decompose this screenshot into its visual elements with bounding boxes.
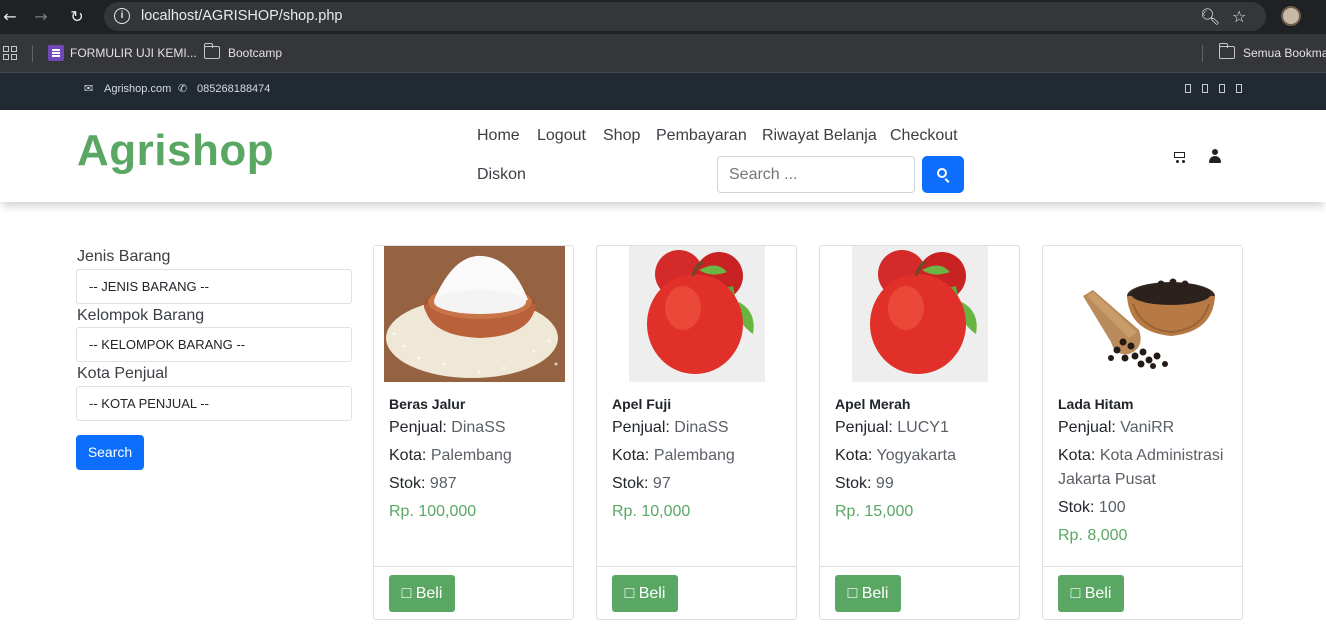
nav-checkout[interactable]: Checkout [890,127,958,145]
product-stock: Stok: 987 [389,475,457,492]
bookmarks-bar: FORMULIR UJI KEMI... Bootcamp Semua Book… [0,34,1326,73]
topbar-email: Agrishop.com [104,83,172,95]
product-card: Lada Hitam Penjual: VaniRR Kota: Kota Ad… [1042,245,1243,620]
social-icon[interactable] [1202,84,1208,93]
nav-logout[interactable]: Logout [537,127,586,145]
cart-icon[interactable] [1172,150,1187,164]
form-icon [48,45,64,61]
nav-home[interactable]: Home [477,127,520,145]
nav-diskon[interactable]: Diskon [477,166,526,184]
search-input[interactable] [717,156,915,193]
site-logo[interactable]: Agrishop [77,126,274,176]
user-icon[interactable] [1209,149,1221,163]
kelompok-barang-label: Kelompok Barang [77,307,205,324]
product-image-apple[interactable] [607,246,788,382]
product-image-black-pepper[interactable] [1053,246,1234,382]
product-stock: Stok: 99 [835,475,894,492]
apps-grid-icon[interactable] [3,46,17,60]
product-city: Kota: Palembang [612,447,735,464]
bookmark-separator [32,45,33,62]
jenis-barang-label: Jenis Barang [77,248,171,265]
product-seller: Penjual: VaniRR [1058,419,1175,436]
product-seller: Penjual: DinaSS [389,419,506,436]
all-bookmarks[interactable]: Semua Bookma [1243,46,1326,60]
buy-button[interactable]: □ Beli [389,575,455,612]
product-seller: Penjual: LUCY1 [835,419,949,436]
address-bar[interactable]: i localhost/AGRISHOP/shop.php 🔍︎ ☆ [104,2,1266,31]
zoom-icon[interactable]: 🔍︎ [1200,7,1220,26]
bookmark-separator [1202,45,1203,62]
product-name[interactable]: Apel Merah [835,396,910,412]
product-city: Kota: Palembang [389,447,512,464]
product-price: Rp. 15,000 [835,503,914,520]
card-divider [820,566,1019,567]
phone-icon: ✆ [178,82,188,95]
product-card: Apel Fuji Penjual: DinaSS Kota: Palemban… [596,245,797,620]
folder-icon [203,43,220,59]
product-price: Rp. 100,000 [389,503,477,520]
envelope-icon: ✉ [84,82,94,95]
buy-button[interactable]: □ Beli [1058,575,1124,612]
product-image-apple[interactable] [830,246,1011,382]
product-seller: Penjual: DinaSS [612,419,729,436]
product-city: Kota: Yogyakarta [835,447,956,464]
card-divider [374,566,573,567]
product-stock: Stok: 97 [612,475,671,492]
product-card: Apel Merah Penjual: LUCY1 Kota: Yogyakar… [819,245,1020,620]
card-divider [597,566,796,567]
folder-icon [1218,43,1235,59]
kota-penjual-select[interactable]: -- KOTA PENJUAL -- [76,386,352,421]
reload-icon[interactable]: ↻ [67,7,87,27]
kota-penjual-label: Kota Penjual [77,365,168,382]
product-price: Rp. 8,000 [1058,527,1128,544]
product-name[interactable]: Beras Jalur [389,396,465,412]
top-info-bar: ✉ Agrishop.com ✆ 085268188474 [0,73,1326,110]
browser-toolbar: ← → ↻ i localhost/AGRISHOP/shop.php 🔍︎ ☆ [0,0,1326,34]
nav-pembayaran[interactable]: Pembayaran [656,127,747,145]
forward-arrow-icon[interactable]: → [31,7,51,27]
topbar-phone: 085268188474 [197,83,271,95]
product-image-flour-rice[interactable] [384,246,565,382]
bookmark-star-icon[interactable]: ☆ [1232,7,1246,26]
social-icon[interactable] [1185,84,1191,93]
buy-button[interactable]: □ Beli [835,575,901,612]
back-arrow-icon[interactable]: ← [0,7,20,27]
product-city-full: Kota: Kota Administrasi Jakarta Pusat [1058,447,1224,488]
product-price: Rp. 10,000 [612,503,691,520]
social-icon[interactable] [1219,84,1225,93]
nav-shop[interactable]: Shop [603,127,640,145]
site-info-icon[interactable]: i [114,8,130,24]
filter-search-button[interactable]: Search [76,435,144,470]
product-name[interactable]: Apel Fuji [612,396,671,412]
nav-riwayat-belanja[interactable]: Riwayat Belanja [762,127,877,145]
card-divider [1043,566,1242,567]
bookmark-formulir[interactable]: FORMULIR UJI KEMI... [70,46,197,60]
jenis-barang-select[interactable]: -- JENIS BARANG -- [76,269,352,304]
product-card: Beras Jalur Penjual: DinaSS Kota: Palemb… [373,245,574,620]
social-icon[interactable] [1236,84,1242,93]
bookmark-bootcamp[interactable]: Bootcamp [228,46,282,60]
profile-avatar[interactable] [1281,6,1301,26]
url-text[interactable]: localhost/AGRISHOP/shop.php [141,8,343,24]
search-button[interactable] [922,156,964,193]
product-stock: Stok: 100 [1058,499,1126,516]
kelompok-barang-select[interactable]: -- KELOMPOK BARANG -- [76,327,352,362]
site-header: Agrishop Home Logout Shop Pembayaran Riw… [0,110,1326,202]
buy-button[interactable]: □ Beli [612,575,678,612]
search-icon [937,168,947,178]
product-name[interactable]: Lada Hitam [1058,396,1133,412]
